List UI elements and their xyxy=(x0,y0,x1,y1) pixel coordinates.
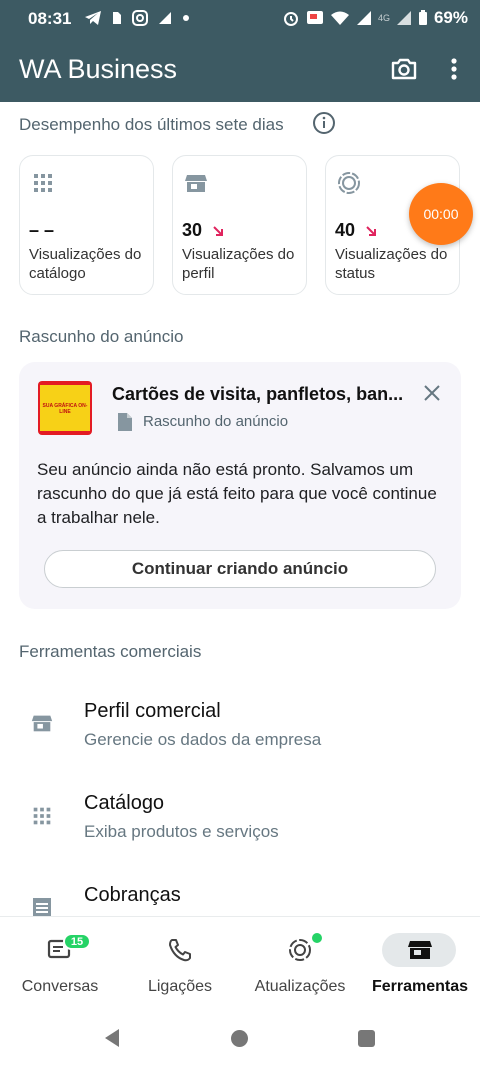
network-label: 4G xyxy=(377,13,390,23)
tool-subtitle: Exiba produtos e serviços xyxy=(84,822,279,841)
tool-title: Cobranças xyxy=(84,884,181,906)
back-icon[interactable] xyxy=(102,1028,122,1048)
more-vert-icon xyxy=(451,58,457,80)
telegram-icon xyxy=(85,11,101,25)
phone-icon xyxy=(169,939,191,962)
status-time: 08:31 xyxy=(28,9,72,28)
cast-icon xyxy=(306,11,323,24)
tab-label: Ferramentas xyxy=(371,978,469,995)
battery-icon xyxy=(418,10,427,25)
stat-value: 30 xyxy=(182,220,203,240)
draft-subtitle: Rascunho do anúncio xyxy=(143,413,289,430)
draft-ad-card[interactable]: SUA GRÁFICA ON-LINE Cartões de visita, p… xyxy=(19,362,461,609)
bottom-navigation: Conversas 15 Ligações Atualizações Ferra… xyxy=(0,916,480,1000)
instagram-icon xyxy=(132,10,148,26)
stat-label: Visualizações do status xyxy=(335,246,448,282)
dot-icon xyxy=(183,15,189,21)
tool-payments[interactable]: Cobranças xyxy=(0,866,480,916)
recents-icon[interactable] xyxy=(358,1030,375,1047)
tab-label: Ligações xyxy=(147,978,213,995)
signal-icon xyxy=(356,11,371,25)
tab-label: Atualizações xyxy=(254,978,346,995)
stat-value: – – xyxy=(29,220,55,240)
tool-title: Perfil comercial xyxy=(84,700,221,722)
trend-down-icon xyxy=(366,225,377,236)
updates-dot-badge xyxy=(310,931,324,945)
camera-button[interactable] xyxy=(389,54,419,84)
receipt-icon xyxy=(33,898,51,916)
stat-label: Visualizações do catálogo xyxy=(29,246,142,282)
battery-percent: 69% xyxy=(433,8,468,27)
stat-label: Visualizações do perfil xyxy=(182,246,295,282)
stat-value: 40 xyxy=(335,220,356,240)
tab-conversas[interactable]: Conversas xyxy=(0,917,120,1001)
status-bar: 08:31 4G 69% xyxy=(0,0,480,36)
info-icon xyxy=(313,112,335,134)
tool-subtitle: Gerencie os dados da empresa xyxy=(84,730,322,749)
grid-icon xyxy=(33,807,51,825)
draft-description: Seu anúncio ainda não está pronto. Salva… xyxy=(37,460,437,527)
status-icon xyxy=(338,172,360,194)
tool-business-profile[interactable]: Perfil comercial Gerencie os dados da em… xyxy=(0,682,480,774)
store-icon xyxy=(185,175,207,192)
tools-section-title: Ferramentas comerciais xyxy=(19,642,202,661)
signal-small-icon xyxy=(159,12,171,24)
continue-ad-button[interactable]: Continuar criando anúncio xyxy=(44,550,436,588)
stat-card-catalog[interactable]: – – Visualizações do catálogo xyxy=(19,155,154,295)
tool-catalog[interactable]: Catálogo Exiba produtos e serviços xyxy=(0,774,480,866)
store-icon xyxy=(408,941,432,959)
performance-title: Desempenho dos últimos sete dias xyxy=(19,115,284,134)
unread-count-badge: 15 xyxy=(63,933,91,950)
document-icon xyxy=(118,413,132,431)
trend-down-icon xyxy=(213,225,224,236)
app-header: 08:31 4G 69% WA Business xyxy=(0,0,480,102)
store-icon xyxy=(31,715,53,732)
info-button[interactable] xyxy=(312,111,336,135)
alarm-icon xyxy=(283,12,298,26)
draft-thumbnail: SUA GRÁFICA ON-LINE xyxy=(38,381,92,435)
tab-ligacoes[interactable]: Ligações xyxy=(120,917,240,1001)
thumbnail-text: SUA GRÁFICA ON-LINE xyxy=(42,403,88,415)
stat-card-profile[interactable]: 30 Visualizações do perfil xyxy=(172,155,307,295)
tab-label: Conversas xyxy=(21,978,99,995)
tool-title: Catálogo xyxy=(84,792,165,814)
sim-icon xyxy=(113,12,121,24)
app-title: WA Business xyxy=(19,54,178,84)
tab-ferramentas[interactable]: Ferramentas xyxy=(360,917,480,1001)
draft-title: Cartões de visita, panfletos, ban... xyxy=(112,384,402,404)
home-icon[interactable] xyxy=(231,1030,248,1047)
more-options-button[interactable] xyxy=(441,55,467,83)
grid-icon xyxy=(34,174,52,192)
close-icon xyxy=(424,385,440,401)
recording-timer-bubble[interactable]: 00:00 xyxy=(409,183,473,245)
draft-section-title: Rascunho do anúncio xyxy=(19,327,184,346)
close-draft-button[interactable] xyxy=(421,382,443,404)
signal-icon-2 xyxy=(396,11,411,25)
tab-atualizacoes[interactable]: Atualizações xyxy=(240,917,360,1001)
system-navigation-bar xyxy=(0,1000,480,1066)
wifi-icon xyxy=(330,11,349,25)
camera-icon xyxy=(391,58,417,80)
